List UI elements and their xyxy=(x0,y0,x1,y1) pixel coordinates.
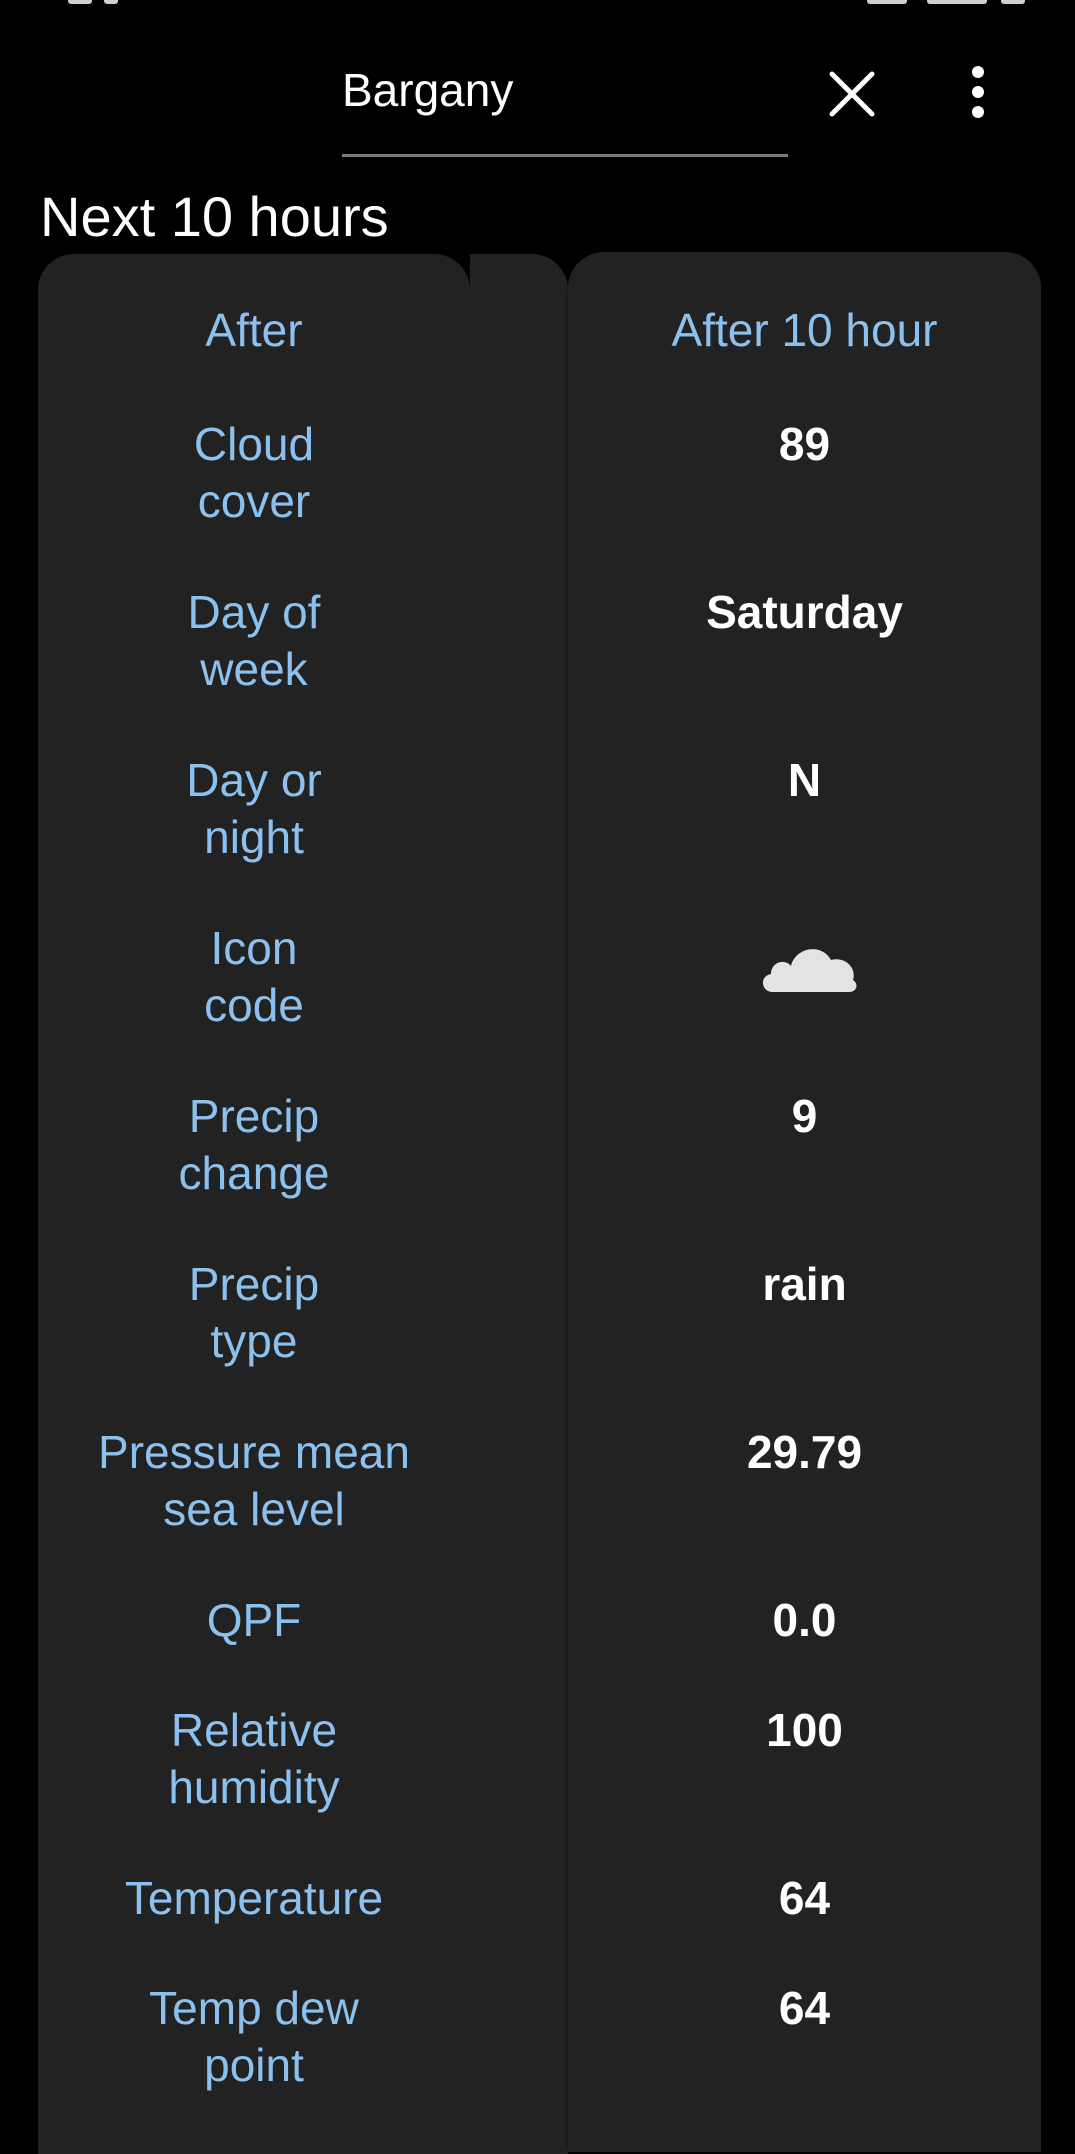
column-gap-panel xyxy=(470,254,568,2154)
row-label-line: Day or xyxy=(186,754,322,806)
row-label: Icon code xyxy=(38,920,470,1034)
row-label-line: Precip xyxy=(188,1258,320,1310)
row-label: Temp dew point xyxy=(38,1980,470,2094)
header-value: After 10 hour xyxy=(671,304,938,356)
row-value: N xyxy=(787,754,822,806)
close-icon xyxy=(829,71,875,117)
row-label: Pressure mean sea level xyxy=(38,1424,470,1538)
row-value: 9 xyxy=(791,1090,818,1142)
search-input-value[interactable]: Bargany xyxy=(342,62,513,118)
status-bar-right-icons xyxy=(837,0,1027,4)
row-label-line: Cloud xyxy=(193,418,315,470)
row-label-line: Precip xyxy=(188,1090,320,1142)
row-label-line: point xyxy=(204,2039,304,2091)
row-label-line: Temp dew xyxy=(149,1982,359,2034)
row-value: 89 xyxy=(778,418,831,470)
row-value: 64 xyxy=(778,1872,831,1924)
header-label: After xyxy=(205,304,303,356)
status-bar xyxy=(0,0,1075,8)
cloud-icon xyxy=(762,949,857,992)
row-label-line: Pressure mean xyxy=(98,1426,410,1478)
row-label-line: Temperature xyxy=(124,1872,384,1924)
row-value: rain xyxy=(762,1258,847,1310)
row-label: Day or night xyxy=(38,752,470,866)
status-bar-left-icons xyxy=(68,0,158,4)
close-button[interactable] xyxy=(820,62,884,126)
more-options-button[interactable] xyxy=(946,60,1010,124)
row-label-line: cover xyxy=(197,475,311,527)
search-field[interactable]: Bargany xyxy=(342,50,788,157)
row-value: 64 xyxy=(778,1982,831,2034)
label-column-panel xyxy=(38,254,470,2154)
row-label-line: type xyxy=(210,1315,298,1367)
row-label-line: humidity xyxy=(168,1761,340,1813)
row-label-line: Day of xyxy=(187,586,321,638)
row-label: Precip change xyxy=(38,1088,470,1202)
value-column-panel xyxy=(568,252,1041,2152)
row-label-line: week xyxy=(200,643,308,695)
row-label: Day of week xyxy=(38,584,470,698)
section-title: Next 10 hours xyxy=(40,185,389,248)
row-value: 0.0 xyxy=(772,1594,837,1646)
row-label-line: Relative xyxy=(170,1704,338,1756)
row-label-line: QPF xyxy=(206,1594,302,1646)
more-vert-icon xyxy=(972,66,984,118)
row-label: QPF xyxy=(38,1592,470,1649)
row-value: 29.79 xyxy=(746,1426,863,1478)
row-value: 100 xyxy=(766,1704,843,1756)
row-label-line: night xyxy=(204,811,304,863)
row-label: Temperature xyxy=(38,1870,470,1927)
row-label: Precip type xyxy=(38,1256,470,1370)
row-label: Relative humidity xyxy=(38,1702,470,1816)
row-label-line: sea level xyxy=(163,1483,345,1535)
row-label-line: code xyxy=(204,979,304,1031)
row-value: Saturday xyxy=(706,586,903,638)
row-label-line: change xyxy=(178,1147,330,1199)
row-label: Cloud cover xyxy=(38,416,470,530)
row-label-line: Icon xyxy=(210,922,298,974)
